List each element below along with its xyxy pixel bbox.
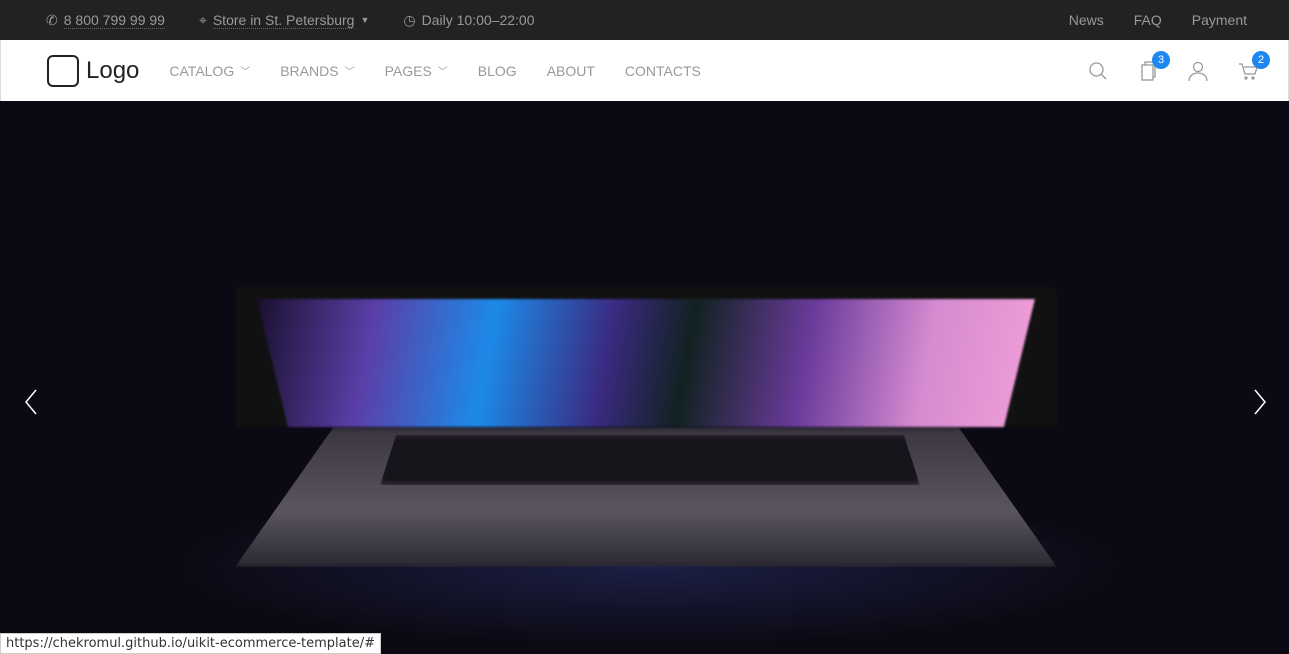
browser-status-url: https://chekromul.github.io/uikit-ecomme… (0, 633, 381, 654)
laptop-screen-image (235, 287, 1057, 427)
chevron-down-icon: ﹀ (240, 67, 251, 78)
user-icon (1188, 61, 1208, 81)
caret-down-icon: ▼ (360, 15, 370, 25)
nav-pages[interactable]: PAGES ﹀ (385, 63, 448, 79)
phone-link[interactable]: ✆ 8 800 799 99 99 (46, 12, 165, 29)
logo[interactable]: Logo (47, 54, 139, 87)
top-bar: ✆ 8 800 799 99 99 ⌖ Store in St. Petersbur… (0, 0, 1289, 40)
faq-link[interactable]: FAQ (1134, 12, 1162, 28)
main-navbar: Logo CATALOG ﹀ BRANDS ﹀ PAGES ﹀ BLOG ABOUT … (0, 40, 1289, 101)
compare-button[interactable]: 3 (1138, 50, 1170, 81)
nav-contacts[interactable]: CONTACTS (625, 63, 701, 79)
chevron-left-icon (25, 389, 37, 415)
payment-link[interactable]: Payment (1192, 12, 1247, 28)
nav-brands[interactable]: BRANDS ﹀ (280, 63, 354, 79)
slider-prev-button[interactable] (24, 389, 38, 422)
hours: ◷ Daily 10:00–22:00 (403, 11, 535, 29)
clock-icon: ◷ (403, 11, 416, 28)
news-link[interactable]: News (1069, 12, 1104, 28)
store-selector[interactable]: ⌖ Store in St. Petersburg ▼ (199, 12, 369, 29)
location-pin-icon: ⌖ (198, 11, 207, 28)
nav-about[interactable]: ABOUT (547, 63, 595, 79)
compare-badge: 3 (1152, 50, 1170, 69)
laptop-keyboard-image (380, 435, 920, 485)
nav-catalog[interactable]: CATALOG ﹀ (169, 63, 250, 79)
chevron-down-icon: ﹀ (437, 67, 448, 78)
chevron-right-icon (1254, 389, 1266, 415)
cart-button[interactable]: 2 (1238, 50, 1270, 81)
search-icon (1089, 61, 1107, 79)
logo-icon (47, 54, 79, 87)
chevron-down-icon: ﹀ (344, 67, 355, 78)
slider-next-button[interactable] (1253, 389, 1267, 422)
hero-slider (0, 101, 1289, 654)
phone-icon: ✆ (46, 11, 58, 28)
account-button[interactable] (1188, 61, 1208, 81)
cart-badge: 2 (1252, 50, 1270, 69)
nav-blog[interactable]: BLOG (478, 63, 517, 79)
search-button[interactable] (1088, 61, 1108, 81)
